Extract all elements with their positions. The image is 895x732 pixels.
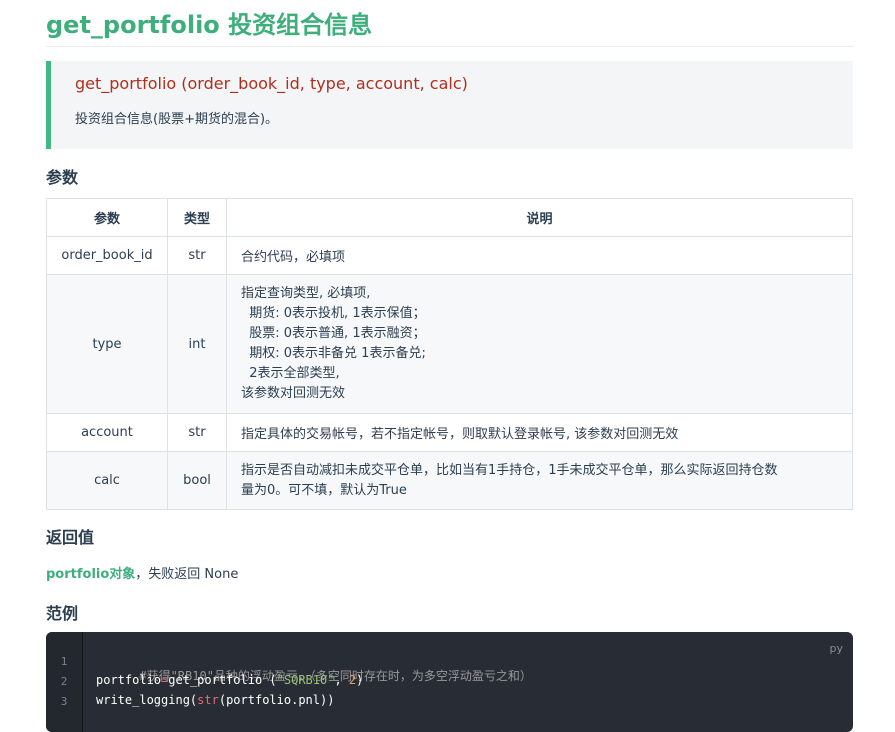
code-block[interactable]: 1 2 3 py #获得"RB10"品种的浮动盈亏，（多空同时存在时，为多空浮动…	[46, 632, 853, 732]
function-description: 投资组合信息(股票+期货的混合)。	[75, 112, 279, 127]
function-signature: get_portfolio (order_book_id, type, acco…	[75, 74, 468, 93]
desc-line: 股票: 0表示普通, 1表示融资；	[241, 326, 426, 341]
table-row: account str 指定具体的交易帐号，若不指定帐号，则取默认登录帐号, 该…	[46, 413, 853, 452]
return-heading: 返回值	[46, 528, 95, 547]
header-type: 类型	[167, 198, 227, 237]
portfolio-link[interactable]: portfolio对象	[46, 567, 135, 582]
param-name: order_book_id	[46, 236, 168, 275]
param-type: bool	[167, 451, 227, 510]
desc-line: 指定查询类型, 必填项,	[241, 286, 371, 301]
desc-line: 期货: 0表示投机, 1表示保值；	[241, 306, 426, 321]
return-rest: ，失败返回 None	[135, 567, 239, 582]
code-string: "SQRB10"	[276, 673, 335, 687]
code-punct: )	[356, 673, 364, 687]
table-row: calc bool 指示是否自动减扣未成交平仓单，比如当有1手持仓，1手未成交平…	[46, 451, 853, 510]
code-punct: ,	[334, 673, 349, 687]
example-heading: 范例	[46, 604, 79, 623]
param-desc: 指定具体的交易帐号，若不指定帐号，则取默认登录帐号, 该参数对回测无效	[226, 413, 853, 452]
signature-box: get_portfolio (order_book_id, type, acco…	[46, 61, 853, 149]
code-function: write_logging	[96, 693, 190, 707]
doc-page: get_portfolio 投资组合信息 get_portfolio (orde…	[46, 0, 853, 732]
param-name: account	[46, 413, 168, 452]
desc-line: 期权: 0表示非备兑 1表示备兑;	[241, 346, 426, 361]
param-desc: 指定查询类型, 必填项, 期货: 0表示投机, 1表示保值； 股票: 0表示普通…	[226, 274, 853, 414]
line-number: 3	[60, 695, 68, 708]
param-desc: 合约代码，必填项	[226, 236, 853, 275]
param-desc: 指示是否自动减扣未成交平仓单，比如当有1手持仓，1手未成交平仓单，那么实际返回持…	[226, 451, 853, 510]
params-table: 参数 类型 说明 order_book_id str 合约代码，必填项 type…	[46, 198, 853, 510]
page-title: get_portfolio 投资组合信息	[46, 0, 853, 47]
code-builtin: str	[197, 693, 219, 707]
param-type: int	[167, 274, 227, 414]
code-language-label: py	[829, 642, 844, 655]
line-number: 1	[60, 655, 68, 668]
code-call: get_portfolio (	[168, 673, 277, 687]
table-row: type int 指定查询类型, 必填项, 期货: 0表示投机, 1表示保值； …	[46, 274, 853, 414]
param-name: type	[46, 274, 168, 414]
code-line: write_logging(str(portfolio.pnl))	[96, 693, 334, 707]
params-heading: 参数	[46, 168, 79, 187]
code-rest: (portfolio.pnl))	[218, 693, 335, 707]
return-text: portfolio对象，失败返回 None	[46, 563, 238, 582]
code-line: portfolio=get_portfolio ("SQRB10", 2)	[96, 673, 363, 687]
code-identifier: portfolio	[96, 673, 162, 687]
param-type: str	[167, 413, 227, 452]
param-type: str	[167, 236, 227, 275]
table-row: order_book_id str 合约代码，必填项	[46, 236, 853, 275]
desc-line: 量为0。可不填，默认为True	[241, 482, 407, 498]
param-name: calc	[46, 451, 168, 510]
desc-line: 该参数对回测无效	[241, 386, 346, 401]
desc-line: 2表示全部类型,	[241, 366, 340, 381]
desc-line: 指示是否自动减扣未成交平仓单，比如当有1手持仓，1手未成交平仓单，那么实际返回持…	[241, 462, 778, 478]
line-number: 2	[60, 675, 68, 688]
header-desc: 说明	[226, 198, 853, 237]
header-param: 参数	[46, 198, 168, 237]
table-header-row: 参数 类型 说明	[46, 198, 853, 237]
